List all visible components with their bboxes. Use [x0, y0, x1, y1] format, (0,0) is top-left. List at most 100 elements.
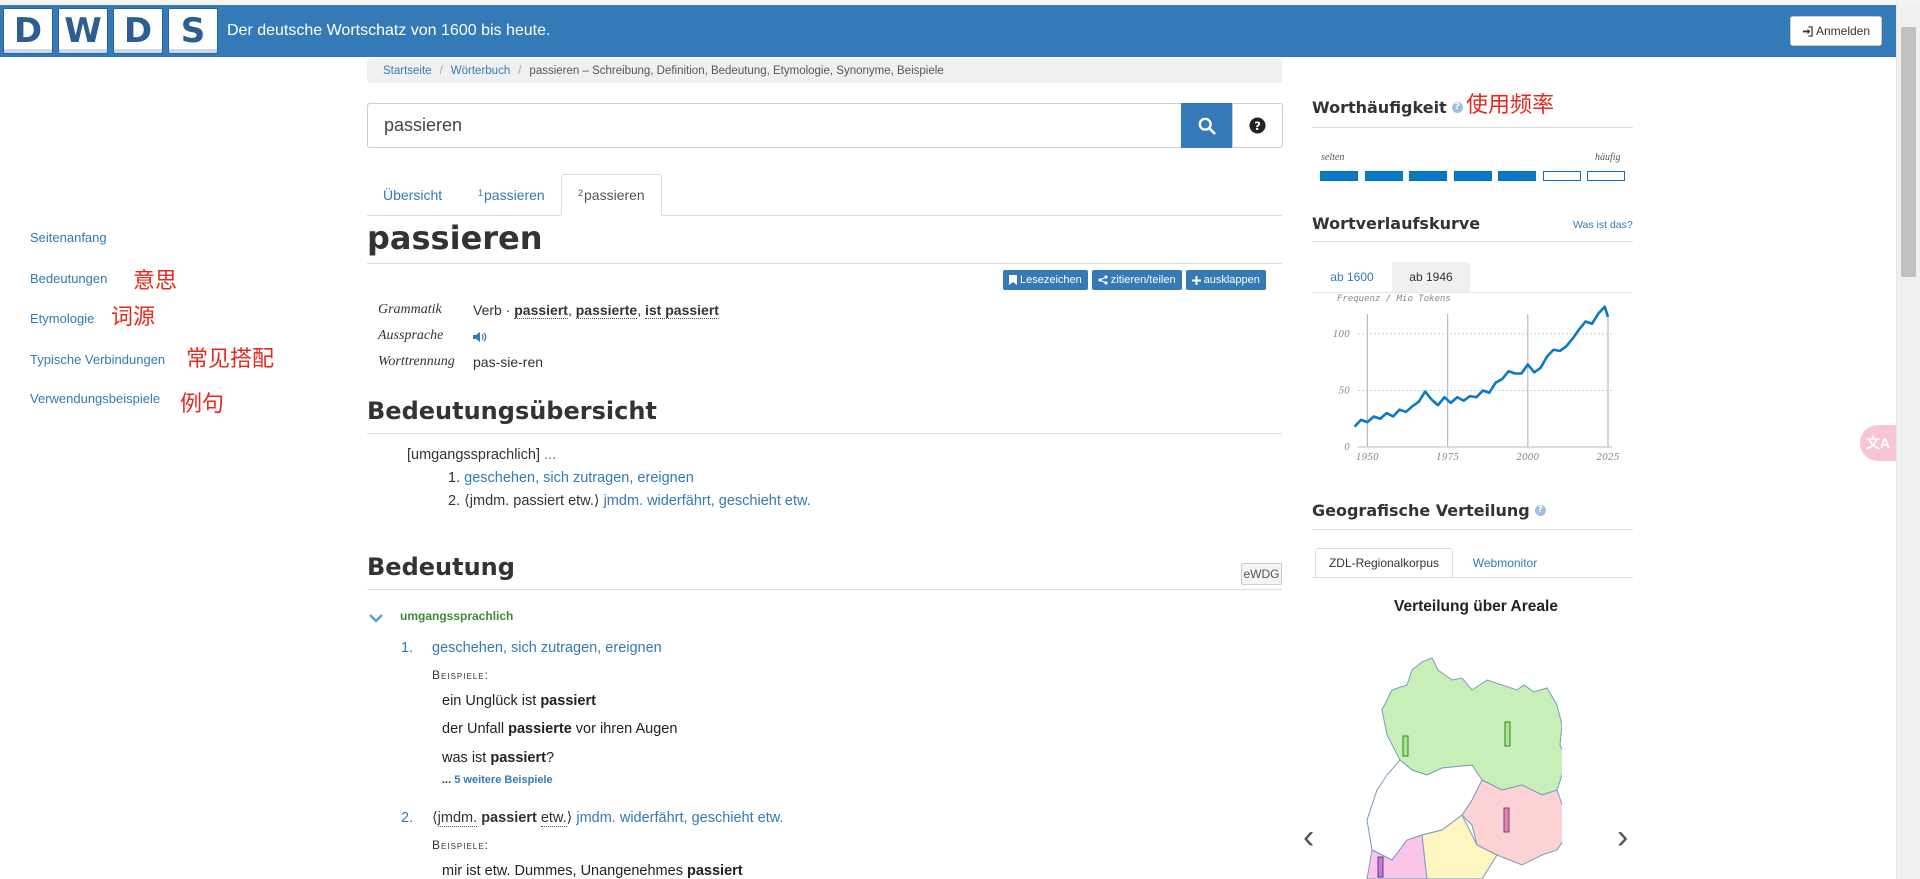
geo-heading: Geografische Verteilung? [1312, 501, 1546, 520]
source-badge[interactable]: eWDG [1241, 563, 1282, 585]
search-button[interactable] [1181, 103, 1232, 148]
divider [367, 433, 1282, 434]
ellipsis-link[interactable]: ... [544, 447, 556, 463]
examples-label: Beispiele: [432, 838, 489, 852]
examples-label: Beispiele: [432, 668, 489, 682]
frequency-curve-chart: Frequenz / Mio Tokens 0 50 100 1950 1975 2000… [1333, 294, 1620, 463]
y-tick-label: 50 [1339, 386, 1351, 396]
login-label: Anmelden [1815, 24, 1871, 38]
more-examples-link[interactable]: ... 5 weitere Beispiele [442, 774, 553, 786]
search-input[interactable] [367, 103, 1181, 148]
dwds-logo[interactable]: D W D S [0, 5, 220, 57]
logo-tile: D [113, 8, 163, 54]
example-text: ein Unglück ist [442, 693, 541, 709]
example-text: der Unfall [442, 721, 509, 737]
overview-link[interactable]: geschehen, sich zutragen, ereignen [464, 470, 694, 486]
sense-number: 1. [401, 640, 414, 656]
map-next-arrow[interactable]: › [1617, 818, 1628, 857]
example-keyword: passiert [490, 750, 546, 766]
frequency-bar [1498, 171, 1536, 181]
chevron-down-icon[interactable] [369, 610, 383, 628]
y-axis-label: Frequenz / Mio Tokens [1337, 294, 1451, 304]
divider [367, 263, 1282, 264]
nav-item-bedeutungen[interactable]: Bedeutungen [30, 271, 107, 286]
divider [1312, 577, 1633, 578]
heading-text: Worthäufigkeit [1312, 98, 1447, 117]
germany-region-map [1366, 657, 1562, 879]
divider [1312, 529, 1633, 530]
grammar-value: Verb · passiert, passierte, ist passiert [473, 302, 719, 319]
inflection-form: ist passiert [645, 302, 719, 319]
grammar-label: Grammatik [378, 302, 442, 317]
example-sentence: mir ist etw. Dummes, Unangenehmes passie… [442, 863, 743, 879]
map-bar [1402, 735, 1409, 757]
breadcrumb-separator: / [439, 65, 443, 77]
page-scrollbar[interactable] [1896, 5, 1920, 879]
sense-definition[interactable]: geschehen, sich zutragen, ereignen [432, 640, 662, 656]
frequency-heading: Worthäufigkeit? [1312, 98, 1463, 117]
example-sentence: ein Unglück ist passiert [442, 693, 596, 709]
button-label: Lesezeichen [1020, 274, 1082, 286]
help-icon[interactable]: ? [1451, 102, 1463, 113]
example-sentence: was ist passiert? [442, 750, 554, 766]
breadcrumb-dictionary[interactable]: Wörterbuch [451, 65, 510, 77]
tab-uebersicht[interactable]: Übersicht [383, 174, 442, 215]
scrollbar-thumb[interactable] [1901, 27, 1916, 277]
annotation-etymology: 词源 [111, 305, 156, 330]
x-tick-label: 1975 [1436, 453, 1459, 463]
nav-item-verwendungsbeispiele[interactable]: Verwendungsbeispiele [30, 391, 160, 406]
info-link[interactable]: Was ist das? [1573, 219, 1633, 231]
expand-button[interactable]: ausklappen [1185, 270, 1266, 290]
breadcrumb-home[interactable]: Startseite [383, 65, 432, 77]
share-icon [1098, 275, 1108, 285]
help-button[interactable]: ? [1232, 103, 1283, 148]
overview-link[interactable]: jmdm. widerfährt, geschieht etw. [604, 493, 811, 509]
construction-keyword: passiert [481, 810, 537, 826]
tab-zdl-regionalkorpus[interactable]: ZDL-Regionalkorpus [1315, 548, 1453, 578]
nav-item-typische-verbindungen[interactable]: Typische Verbindungen [30, 352, 165, 367]
item-number: 2. [448, 493, 461, 509]
svg-text:?: ? [1254, 119, 1261, 133]
headword: passieren [367, 219, 543, 257]
tab-ab-1600[interactable]: ab 1600 [1315, 262, 1389, 292]
entry-actions: Lesezeichen zitieren/teilen ausklappen [1003, 270, 1266, 290]
bookmark-icon [1009, 275, 1017, 285]
tab-passieren-1[interactable]: 1 passieren [478, 174, 545, 215]
map-bar [1504, 721, 1511, 747]
map-bar [1377, 856, 1384, 878]
help-icon[interactable]: ? [1534, 505, 1546, 516]
translate-icon[interactable]: 文A [1860, 425, 1896, 461]
x-tick-label: 2025 [1596, 453, 1620, 463]
overview-item-1: 1. geschehen, sich zutragen, ereignen [448, 470, 694, 486]
breadcrumb-current: passieren – Schreibung, Definition, Bede… [529, 65, 944, 77]
overview-register: [umgangssprachlich] ... [407, 447, 556, 463]
x-tick-label: 1950 [1356, 453, 1379, 463]
cite-share-button[interactable]: zitieren/teilen [1091, 270, 1182, 290]
meaning-heading: Bedeutung [367, 553, 515, 581]
example-text: mir ist etw. Dummes, Unangenehmes [442, 863, 687, 879]
tab-webmonitor[interactable]: Webmonitor [1455, 548, 1555, 578]
nav-item-etymologie[interactable]: Etymologie [30, 311, 94, 326]
map-title: Verteilung über Areale [1394, 598, 1558, 615]
tab-ab-1946[interactable]: ab 1946 [1392, 262, 1470, 292]
nav-item-seitenanfang[interactable]: Seitenanfang [30, 230, 107, 245]
map-prev-arrow[interactable]: ‹ [1303, 818, 1314, 857]
frequency-bar [1542, 171, 1581, 181]
tab-passieren-2[interactable]: 2 passieren [561, 174, 662, 216]
divider [367, 589, 1282, 590]
audio-button[interactable] [473, 330, 488, 346]
register-label: umgangssprachlich [400, 609, 514, 623]
y-tick-label: 0 [1344, 443, 1350, 453]
frequency-bar [1364, 171, 1403, 181]
construction-bracket: ⟨ [432, 810, 438, 826]
homograph-number: 1 [478, 187, 484, 198]
x-tick-label: 2000 [1515, 453, 1539, 463]
sign-in-icon [1802, 25, 1813, 37]
sense-number: 2. [401, 810, 414, 826]
login-button[interactable]: Anmelden [1790, 16, 1882, 46]
speaker-icon [473, 332, 487, 342]
tab-label: Übersicht [383, 186, 443, 203]
bookmark-button[interactable]: Lesezeichen [1003, 270, 1088, 290]
sense-link[interactable]: jmdm. widerfährt, geschieht etw. [576, 810, 783, 826]
frequency-bar [1453, 171, 1492, 181]
